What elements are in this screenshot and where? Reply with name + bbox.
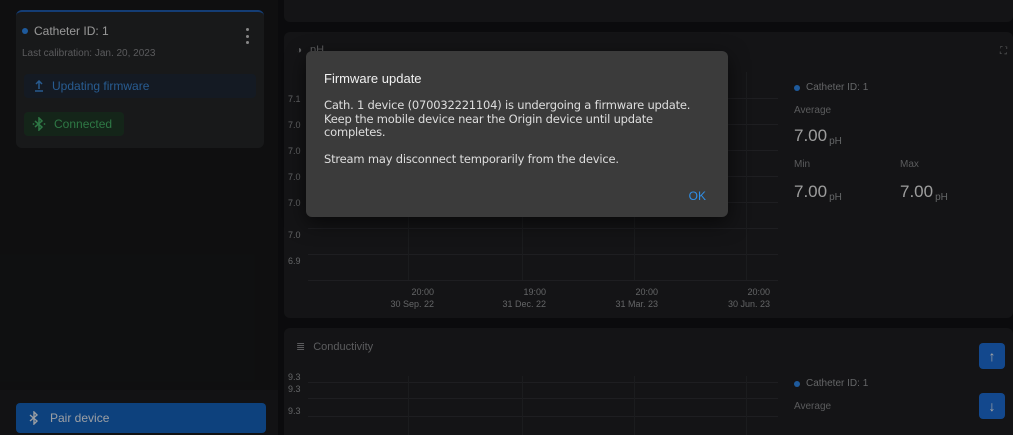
- ok-button[interactable]: OK: [689, 189, 706, 203]
- dialog-note: Stream may disconnect temporarily from t…: [324, 151, 619, 166]
- firmware-update-dialog: Firmware update Cath. 1 device (07003222…: [306, 51, 728, 217]
- dialog-title: Firmware update: [324, 71, 422, 86]
- dialog-message: Cath. 1 device (070032221104) is undergo…: [324, 98, 691, 139]
- dialog-body: Cath. 1 device (070032221104) is undergo…: [324, 98, 714, 166]
